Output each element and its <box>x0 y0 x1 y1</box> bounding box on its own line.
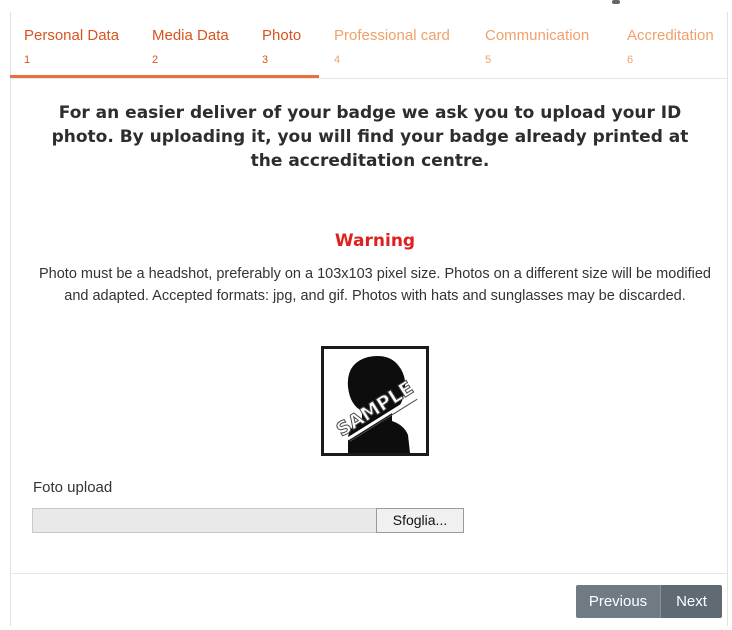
step-photo[interactable]: Photo 3 <box>248 12 319 78</box>
step-number: 5 <box>485 54 492 66</box>
step-number: 3 <box>262 54 269 66</box>
foto-upload-label: Foto upload <box>33 479 113 496</box>
footer-divider <box>10 573 728 574</box>
step-label: Accreditation <box>627 27 714 44</box>
step-accreditation[interactable]: Accreditation 6 <box>613 12 728 78</box>
headshot-silhouette-icon: SAMPLE <box>332 356 418 453</box>
step-label: Personal Data <box>24 27 120 44</box>
step-label: Professional card <box>334 27 450 44</box>
upload-instructions: For an easier deliver of your badge we a… <box>51 103 689 171</box>
step-media-data[interactable]: Media Data 2 <box>138 12 248 78</box>
previous-button[interactable]: Previous <box>576 585 660 618</box>
file-path-field[interactable] <box>32 508 376 533</box>
browse-button[interactable]: Sfoglia... <box>376 508 464 533</box>
warning-text: Photo must be a headshot, preferably on … <box>39 266 711 304</box>
step-number: 6 <box>627 54 634 66</box>
step-label: Photo <box>262 27 302 44</box>
top-edge-fragment <box>612 0 620 4</box>
step-label: Communication <box>485 27 590 44</box>
warning-title: Warning <box>334 231 416 251</box>
step-number: 2 <box>152 54 159 66</box>
next-button[interactable]: Next <box>660 585 722 618</box>
step-label: Media Data <box>152 27 229 44</box>
sample-photo: SAMPLE <box>321 346 429 456</box>
step-personal-data[interactable]: Personal Data 1 <box>10 12 138 78</box>
step-communication[interactable]: Communication 5 <box>471 12 613 78</box>
step-number: 4 <box>334 54 341 66</box>
wizard-steps: Personal Data 1 Media Data 2 Photo 3 Pro… <box>10 12 728 79</box>
step-number: 1 <box>24 54 31 66</box>
step-professional-card[interactable]: Professional card 4 <box>320 12 470 78</box>
